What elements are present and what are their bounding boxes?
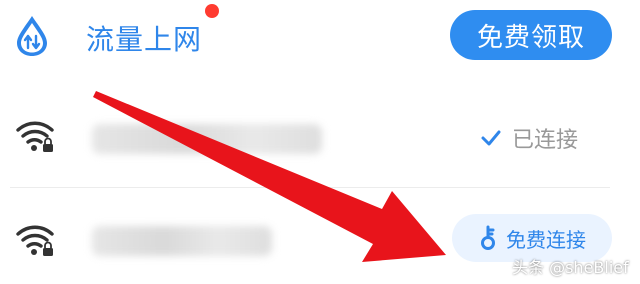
wifi-screen: 流量上网 免费领取 已连接 免费连接 头条 @sheBlief — [0, 0, 640, 284]
wifi-locked-icon — [16, 225, 54, 256]
water-drop-data-icon — [17, 16, 47, 56]
watermark: 头条 @sheBlief — [512, 258, 629, 277]
notification-dot — [205, 4, 219, 18]
connected-status: 已连接 — [480, 120, 578, 156]
free-claim-button[interactable]: 免费领取 — [450, 10, 612, 60]
divider — [10, 187, 610, 188]
check-icon — [481, 130, 501, 146]
flow-internet-row[interactable]: 流量上网 免费领取 — [0, 0, 640, 78]
ssid-blurred — [92, 124, 322, 154]
wifi-locked-icon — [16, 121, 54, 152]
free-connect-label: 免费连接 — [506, 227, 586, 252]
flow-internet-label: 流量上网 — [86, 23, 203, 56]
connected-label: 已连接 — [512, 128, 579, 153]
ssid-blurred — [92, 226, 272, 256]
key-icon — [481, 225, 495, 250]
wifi-list-item[interactable]: 已连接 — [0, 92, 640, 184]
